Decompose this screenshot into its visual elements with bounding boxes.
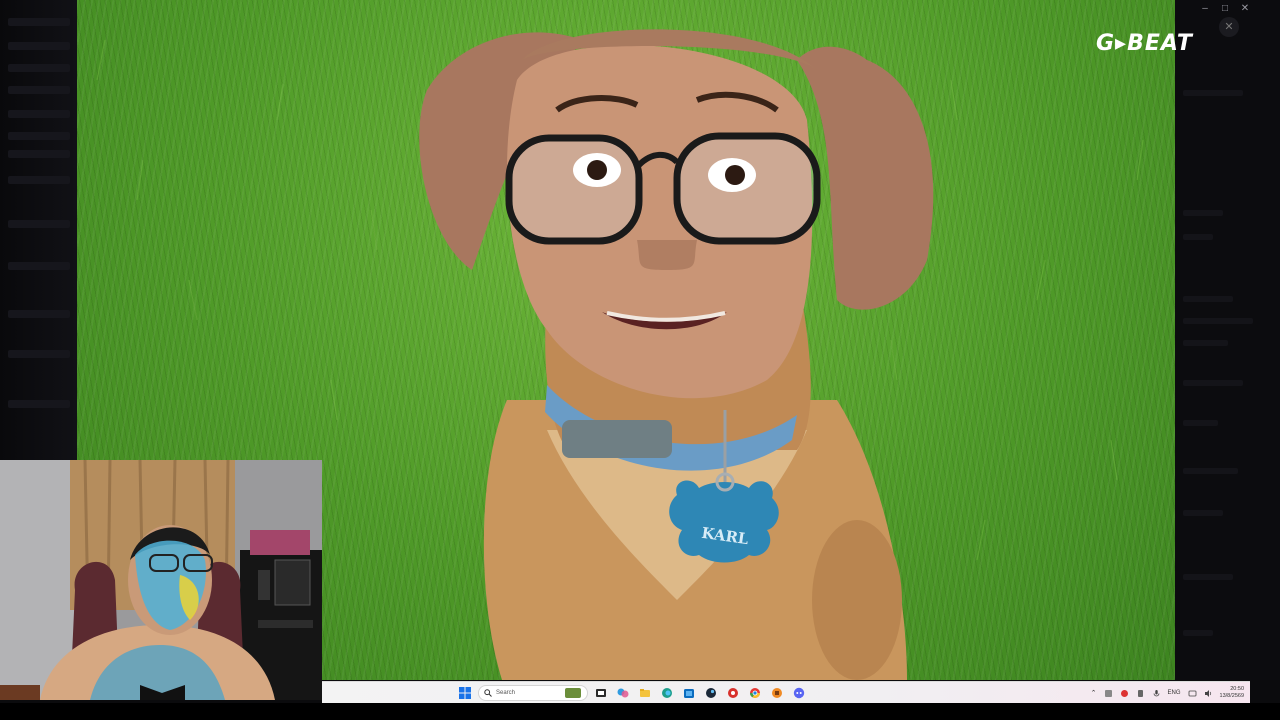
tray-app-icon[interactable] (1104, 689, 1113, 698)
maximize-button[interactable]: □ (1220, 2, 1230, 16)
tray-red-icon[interactable] (1120, 689, 1129, 698)
brand-logo: G▸BEAT (1096, 31, 1193, 56)
clock-date: 13/8/2569 (1219, 693, 1244, 699)
taskbar-search-box[interactable]: Search (478, 685, 588, 701)
folder-icon (640, 689, 650, 697)
volume-icon[interactable] (1204, 689, 1213, 698)
edge-button[interactable] (658, 684, 676, 702)
system-tray: ⌃ ENG 20:50 13/8/2569 (1091, 684, 1244, 702)
edge-browser-icon (662, 688, 672, 698)
copilot-button[interactable] (614, 684, 632, 702)
discord-icon (793, 687, 805, 699)
red-app-icon (728, 688, 738, 698)
microphone-icon[interactable] (1152, 689, 1161, 698)
tray-device-icon[interactable] (1136, 689, 1145, 698)
taskbar-clock[interactable]: 20:50 13/8/2569 (1220, 686, 1244, 700)
red-app-button[interactable] (724, 684, 742, 702)
task-view-button[interactable] (592, 684, 610, 702)
background-sidebar (0, 0, 77, 460)
window-controls: – □ ✕ (1200, 2, 1250, 16)
screen-bottom-edge (0, 703, 1280, 720)
orange-app-button[interactable] (768, 684, 786, 702)
webcam-overlay (0, 460, 322, 700)
start-button[interactable] (456, 684, 474, 702)
steam-button[interactable] (702, 684, 720, 702)
taskbar-center-group: Search (456, 684, 808, 702)
copilot-icon (617, 688, 629, 698)
chrome-button[interactable] (746, 684, 764, 702)
search-icon (484, 689, 492, 697)
search-highlight-icon (565, 688, 581, 698)
network-icon[interactable] (1188, 689, 1197, 698)
background-right-panel (1175, 0, 1280, 680)
steam-icon (706, 688, 716, 698)
close-button[interactable]: ✕ (1240, 2, 1250, 16)
chevron-up-icon[interactable]: ⌃ (1091, 689, 1097, 697)
clock-time: 20:50 (1230, 686, 1244, 692)
streamer-webcam-image (0, 460, 322, 700)
search-placeholder: Search (496, 690, 516, 696)
file-explorer-button[interactable] (636, 684, 654, 702)
language-indicator[interactable]: ENG (1168, 690, 1181, 696)
minimize-button[interactable]: – (1200, 2, 1210, 16)
store-icon (684, 689, 694, 698)
discord-button[interactable] (790, 684, 808, 702)
chrome-icon (750, 688, 760, 698)
store-button[interactable] (680, 684, 698, 702)
task-view-icon (596, 689, 606, 697)
orange-app-icon (772, 688, 782, 698)
windows-taskbar: Search ⌃ ENG 20:50 13/8/2569 (322, 681, 1250, 703)
windows-logo-icon (459, 687, 471, 699)
